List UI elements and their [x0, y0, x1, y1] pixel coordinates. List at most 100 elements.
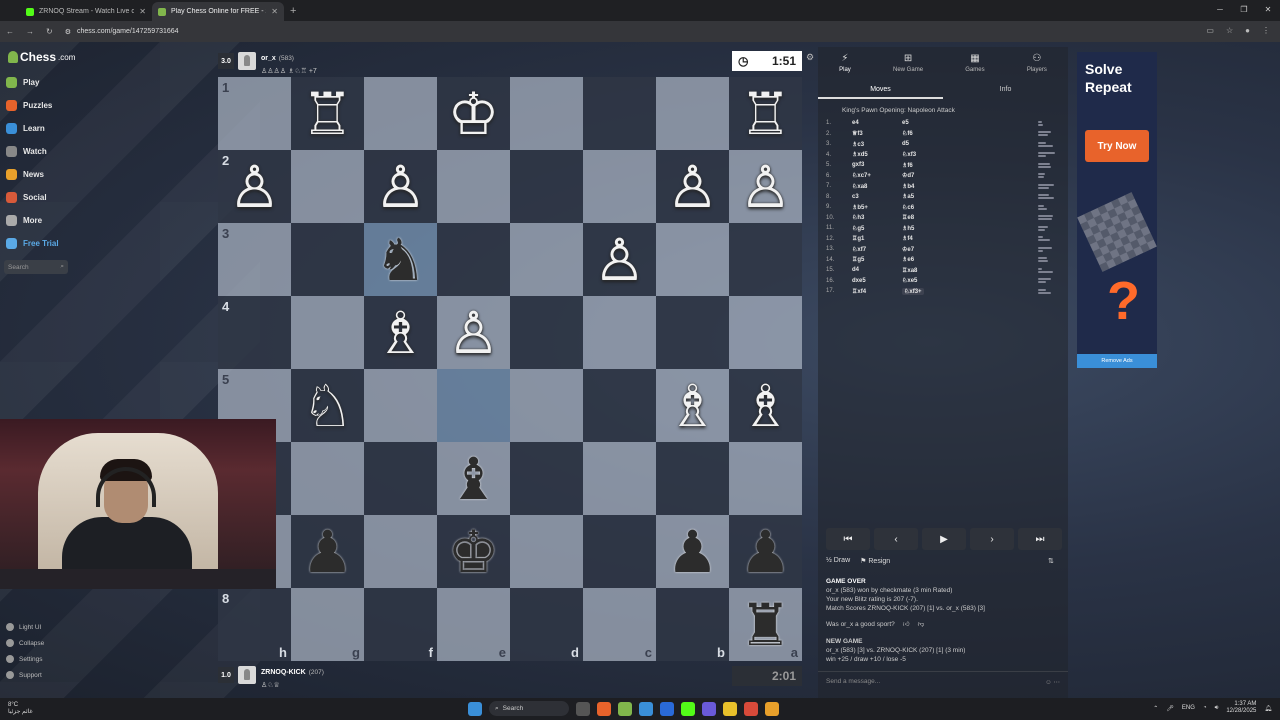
panel-tab-games[interactable]: ▦ Games	[965, 53, 984, 83]
board-square[interactable]	[583, 150, 656, 223]
board-square[interactable]: ♘	[291, 369, 364, 442]
board-square[interactable]: ♖	[729, 77, 802, 150]
board-square[interactable]	[364, 369, 437, 442]
board-square[interactable]	[510, 296, 583, 369]
board-square[interactable]: ♔	[437, 77, 510, 150]
board-square[interactable]	[291, 442, 364, 515]
bottom-player-avatar[interactable]	[238, 666, 256, 684]
white-move[interactable]: ♘xc7+	[852, 172, 902, 179]
profile-icon[interactable]: ●	[1245, 26, 1250, 35]
chess-piece[interactable]: ♙	[229, 158, 281, 216]
black-move[interactable]: ♗f6	[902, 162, 952, 169]
black-move[interactable]: e5	[902, 120, 952, 126]
chess-piece[interactable]: ♗	[375, 304, 427, 362]
next-move-button[interactable]: ›	[970, 528, 1014, 550]
white-move[interactable]: e4	[852, 120, 902, 126]
language-indicator[interactable]: ENG	[1182, 705, 1195, 711]
board-square[interactable]	[291, 150, 364, 223]
sidebar-item-free-trial[interactable]: Free Trial	[6, 237, 59, 250]
black-move[interactable]: ♗a5	[902, 193, 952, 200]
board-square[interactable]: 3	[218, 223, 291, 296]
board-square[interactable]	[510, 442, 583, 515]
previous-move-button[interactable]: ‹	[874, 528, 918, 550]
board-square[interactable]	[364, 515, 437, 588]
board-square[interactable]: ♙	[364, 150, 437, 223]
board-square[interactable]	[656, 77, 729, 150]
sidebar-item-watch[interactable]: Watch	[6, 145, 59, 158]
tab-moves[interactable]: Moves	[818, 83, 943, 99]
white-move[interactable]: d4	[852, 267, 902, 273]
board-square[interactable]: d	[510, 588, 583, 661]
white-move[interactable]: ♘g5	[852, 225, 902, 232]
windows-start-icon[interactable]	[468, 701, 482, 716]
white-move[interactable]: ♕f3	[852, 130, 902, 137]
board-square[interactable]: ♟	[291, 515, 364, 588]
sidebar-bottom-item[interactable]: Settings	[6, 654, 44, 664]
board-square[interactable]: 8h	[218, 588, 291, 661]
chess-piece[interactable]: ♚	[448, 523, 500, 581]
sidebar-item-social[interactable]: Social	[6, 191, 59, 204]
remove-ads-button[interactable]: Remove Ads	[1077, 354, 1157, 368]
top-player-name[interactable]: or_x	[261, 55, 276, 62]
black-move[interactable]: ♗h5	[902, 225, 952, 232]
board-square[interactable]	[291, 296, 364, 369]
app-icon[interactable]	[618, 701, 632, 716]
black-move[interactable]: ♔e7	[902, 246, 952, 253]
panel-tab-players[interactable]: ⚇ Players	[1027, 53, 1047, 83]
app-icon[interactable]	[597, 701, 611, 716]
ad-banner[interactable]: Solve Repeat Try Now ? Remove Ads	[1077, 52, 1157, 368]
board-square[interactable]	[510, 223, 583, 296]
board-square[interactable]	[583, 515, 656, 588]
white-move[interactable]: dxe5	[852, 278, 902, 284]
emoji-icon[interactable]: ☺ ⋯	[1045, 678, 1060, 686]
white-move[interactable]: ♘xf7	[852, 246, 902, 253]
white-move[interactable]: ♖g5	[852, 256, 902, 263]
back-icon[interactable]: ←	[6, 27, 14, 36]
thumbs-down-icon[interactable]: 👎︎	[918, 620, 925, 628]
board-square[interactable]: ♙	[729, 150, 802, 223]
play-button[interactable]: ▶	[922, 528, 966, 550]
board-square[interactable]	[656, 442, 729, 515]
sidebar-item-puzzles[interactable]: Puzzles	[6, 99, 59, 112]
chess-piece[interactable]: ♙	[375, 158, 427, 216]
chess-piece[interactable]: ♙	[448, 304, 500, 362]
chess-piece[interactable]: ♙	[594, 231, 646, 289]
url-field[interactable]: ⚙ chess.com/game/147259731664	[65, 28, 179, 36]
board-square[interactable]: ♗	[364, 296, 437, 369]
chess-piece[interactable]: ♖	[302, 85, 354, 143]
sidebar-item-news[interactable]: News	[6, 168, 59, 181]
chess-piece[interactable]: ♔	[448, 85, 500, 143]
panel-tab-new-game[interactable]: ⊞ New Game	[893, 53, 923, 83]
black-move[interactable]: ♖xa8	[902, 267, 952, 274]
board-square[interactable]	[729, 223, 802, 296]
chess-piece[interactable]: ♙	[667, 158, 719, 216]
board-square[interactable]	[583, 442, 656, 515]
white-move[interactable]: ♗b5+	[852, 204, 902, 211]
reload-icon[interactable]: ↻	[46, 27, 53, 36]
black-move[interactable]: ♗e6	[902, 256, 952, 263]
bottom-player-name[interactable]: ZRNOQ-KICK	[261, 669, 306, 676]
chess-piece[interactable]: ♖	[740, 85, 792, 143]
sidebar-search-input[interactable]: Search ⌕	[4, 260, 68, 274]
board-square[interactable]	[510, 77, 583, 150]
app-icon[interactable]	[660, 701, 674, 716]
board-square[interactable]	[583, 369, 656, 442]
bookmark-star-icon[interactable]: ☆	[1226, 26, 1233, 35]
chess-piece[interactable]: ♗	[667, 377, 719, 435]
board-square[interactable]: ♝	[437, 442, 510, 515]
mic-icon[interactable]: 🎤︎	[1166, 705, 1174, 712]
white-move[interactable]: ♖g1	[852, 235, 902, 242]
black-move[interactable]: ♗f4	[902, 235, 952, 242]
notification-bell-icon[interactable]: 🔔︎	[1264, 705, 1272, 712]
tray-chevron-icon[interactable]: ⌃	[1153, 705, 1158, 712]
sidebar-item-play[interactable]: Play	[6, 76, 59, 89]
black-move[interactable]: ♘c6	[902, 204, 952, 211]
board-square[interactable]: ♙	[583, 223, 656, 296]
chess-piece[interactable]: ♟	[667, 523, 719, 581]
board-square[interactable]	[291, 223, 364, 296]
sidebar-bottom-item[interactable]: Collapse	[6, 638, 44, 648]
chess-logo[interactable]: Chess .com	[8, 50, 75, 64]
board-square[interactable]	[729, 296, 802, 369]
thumbs-up-icon[interactable]: 👍︎	[903, 620, 910, 628]
board-square[interactable]: a ♜	[729, 588, 802, 661]
